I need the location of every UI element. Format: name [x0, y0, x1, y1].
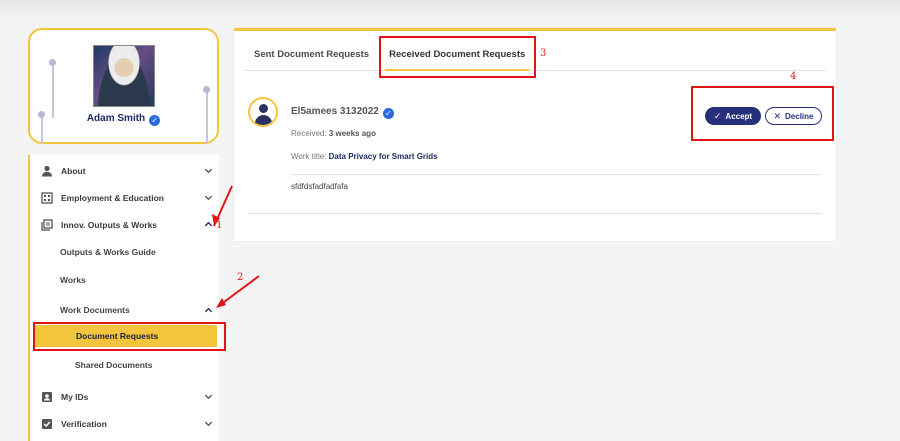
annotation-arrows	[212, 185, 260, 308]
